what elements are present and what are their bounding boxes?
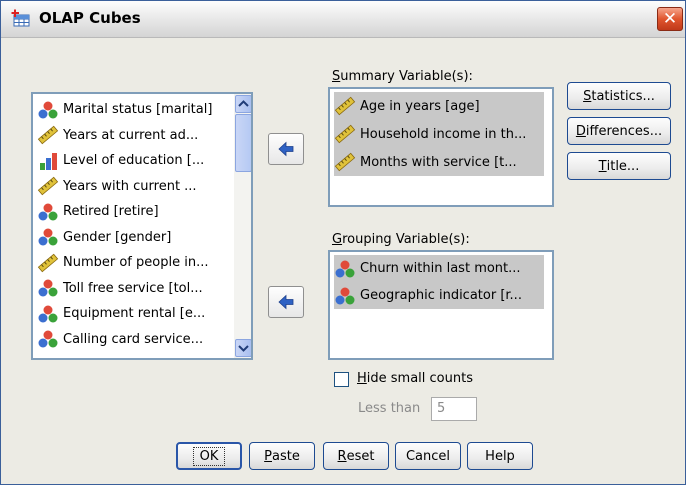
list-item[interactable]: Gender [gender] bbox=[37, 225, 171, 251]
list-item-label: Retired [retire] bbox=[63, 204, 159, 220]
list-item[interactable]: Household income in th... bbox=[334, 120, 544, 148]
nominal-icon bbox=[37, 202, 59, 222]
list-item-label: Toll free service [tol... bbox=[63, 280, 203, 296]
olap-cubes-dialog: OLAP Cubes ✕ Marital status [marital] Yea… bbox=[0, 0, 686, 485]
arrow-right-icon bbox=[278, 294, 294, 310]
list-item-label: Level of education [... bbox=[63, 153, 205, 169]
list-item[interactable]: Years with current ... bbox=[37, 174, 197, 200]
move-to-grouping-button[interactable] bbox=[268, 286, 304, 318]
help-label: Help bbox=[485, 448, 515, 464]
list-item-label: Calling card service... bbox=[63, 331, 204, 347]
ok-label: OK bbox=[192, 446, 226, 466]
close-button[interactable]: ✕ bbox=[657, 7, 683, 31]
help-button[interactable]: Help bbox=[467, 442, 533, 470]
list-item-label: Household income in th... bbox=[360, 126, 527, 142]
scale-icon bbox=[334, 152, 356, 172]
title-bar: OLAP Cubes ✕ bbox=[1, 1, 685, 38]
scroll-up-button[interactable] bbox=[235, 95, 251, 113]
move-to-summary-button[interactable] bbox=[268, 133, 304, 165]
differences-button[interactable]: Differences... bbox=[567, 117, 671, 145]
summary-variables-label: Summary Variable(s): bbox=[332, 69, 473, 84]
ordinal-icon bbox=[37, 151, 59, 171]
scale-icon bbox=[334, 96, 356, 116]
summary-variable-list[interactable]: Age in years [age] Household income in th… bbox=[328, 87, 554, 207]
nominal-icon bbox=[334, 286, 356, 306]
reset-button[interactable]: Reset bbox=[323, 442, 389, 470]
nominal-icon bbox=[37, 304, 59, 324]
list-item-label: Churn within last mont... bbox=[360, 261, 521, 276]
dialog-title: OLAP Cubes bbox=[39, 9, 141, 27]
list-item-label: Equipment rental [e... bbox=[63, 306, 206, 322]
source-list-scrollbar[interactable] bbox=[234, 94, 251, 358]
paste-button[interactable]: Paste bbox=[249, 442, 315, 470]
list-item[interactable]: Toll free service [tol... bbox=[37, 276, 203, 302]
title-button[interactable]: Title... bbox=[567, 152, 671, 180]
nominal-icon bbox=[37, 100, 59, 120]
list-item-label: Years with current ... bbox=[63, 178, 197, 194]
scale-icon bbox=[37, 176, 59, 196]
list-item-label: Number of people in... bbox=[63, 255, 209, 271]
source-variable-list[interactable]: Marital status [marital] Years at current… bbox=[31, 92, 253, 360]
list-item[interactable]: Calling card service... bbox=[37, 327, 203, 353]
ok-button[interactable]: OK bbox=[176, 442, 242, 470]
hide-small-counts-checkbox[interactable] bbox=[334, 372, 349, 387]
list-item[interactable]: Marital status [marital] bbox=[37, 97, 212, 123]
scale-icon bbox=[37, 125, 59, 145]
less-than-input[interactable]: 5 bbox=[431, 397, 477, 421]
nominal-icon bbox=[37, 227, 59, 247]
list-item[interactable]: Age in years [age] bbox=[334, 92, 544, 120]
list-item[interactable]: Equipment rental [e... bbox=[37, 301, 205, 327]
less-than-label: Less than bbox=[358, 401, 421, 416]
cancel-label: Cancel bbox=[405, 448, 451, 464]
scale-icon bbox=[334, 124, 356, 144]
nominal-icon bbox=[37, 278, 59, 298]
list-item-label: Months with service [t... bbox=[360, 154, 517, 170]
grouping-variable-list[interactable]: Churn within last mont... Geographic indi… bbox=[328, 250, 554, 360]
hide-small-counts-label: Hide small counts bbox=[357, 371, 473, 386]
list-item[interactable]: Level of education [... bbox=[37, 148, 204, 174]
list-item[interactable]: Geographic indicator [r... bbox=[334, 282, 544, 309]
olap-cubes-app-icon bbox=[11, 9, 30, 27]
list-item[interactable]: Number of people in... bbox=[37, 250, 208, 276]
nominal-icon bbox=[334, 259, 356, 279]
chevron-down-icon bbox=[238, 345, 249, 352]
statistics-button[interactable]: Statistics... bbox=[567, 82, 671, 110]
chevron-up-icon bbox=[238, 100, 249, 107]
list-item-label: Gender [gender] bbox=[63, 229, 172, 245]
list-item-label: Age in years [age] bbox=[360, 98, 480, 114]
list-item-label: Marital status [marital] bbox=[63, 102, 213, 118]
list-item[interactable]: Years at current ad... bbox=[37, 123, 198, 149]
scroll-thumb[interactable] bbox=[235, 114, 251, 172]
nominal-icon bbox=[37, 329, 59, 349]
arrow-right-icon bbox=[278, 141, 294, 157]
list-item-label: Years at current ad... bbox=[63, 127, 199, 143]
scroll-down-button[interactable] bbox=[235, 339, 251, 357]
list-item[interactable]: Churn within last mont... bbox=[334, 255, 544, 282]
scale-icon bbox=[37, 253, 59, 273]
list-item[interactable]: Retired [retire] bbox=[37, 199, 159, 225]
close-icon: ✕ bbox=[662, 9, 678, 29]
grouping-variables-label: Grouping Variable(s): bbox=[332, 232, 470, 247]
list-item-label: Geographic indicator [r... bbox=[360, 288, 522, 303]
list-item[interactable]: Months with service [t... bbox=[334, 148, 544, 176]
cancel-button[interactable]: Cancel bbox=[395, 442, 461, 470]
